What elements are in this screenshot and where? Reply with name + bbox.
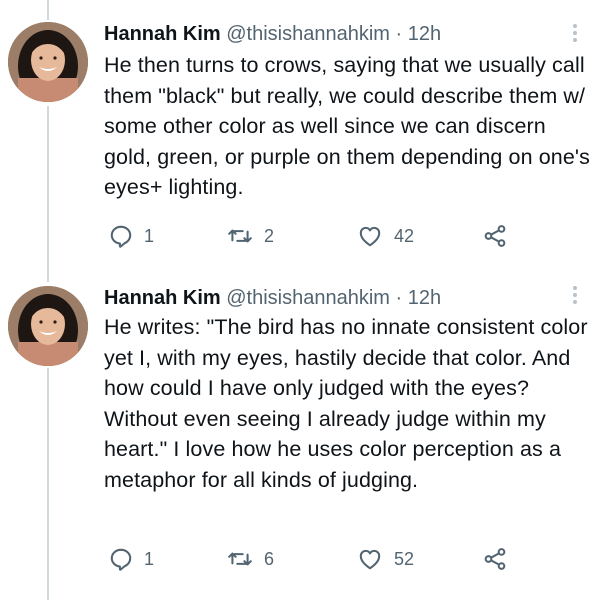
retweet-count: 2 — [264, 225, 275, 246]
like-count: 42 — [394, 225, 415, 246]
author-name[interactable]: Hannah Kim — [104, 23, 221, 45]
tweet-text: He then turns to crows, saying that we u… — [104, 53, 590, 200]
like-button[interactable]: 42 — [356, 222, 414, 250]
header-separator: · — [395, 287, 403, 309]
share-icon — [484, 225, 506, 247]
avatar[interactable] — [8, 286, 88, 366]
reply-button[interactable]: 1 — [108, 545, 154, 573]
timestamp[interactable]: 12h — [408, 23, 441, 45]
action-bar: 1 2 42 — [104, 222, 564, 250]
like-icon — [359, 226, 381, 247]
more-icon[interactable] — [572, 24, 578, 45]
more-icon[interactable] — [572, 286, 578, 307]
share-button[interactable] — [482, 545, 508, 573]
tweet-1[interactable]: Hannah Kim @thisishannahkim · 12h He the… — [0, 0, 597, 270]
reply-icon — [110, 548, 132, 571]
author-handle[interactable]: @thisishannahkim — [226, 23, 390, 45]
action-bar: 1 6 52 — [104, 545, 564, 573]
tweet-text: He writes: "The bird has no innate consi… — [104, 315, 588, 492]
author-name[interactable]: Hannah Kim — [104, 287, 221, 309]
like-count: 52 — [394, 548, 415, 569]
reply-count: 1 — [144, 548, 155, 569]
retweet-icon — [228, 552, 252, 566]
avatar[interactable] — [8, 22, 88, 102]
share-button[interactable] — [482, 222, 508, 250]
tweet-header: Hannah Kim @thisishannahkim · 12h — [104, 22, 441, 46]
avatar-image — [8, 22, 88, 102]
retweet-icon — [228, 229, 252, 243]
reply-button[interactable]: 1 — [108, 222, 154, 250]
timestamp[interactable]: 12h — [408, 287, 441, 309]
tweet-2[interactable]: Hannah Kim @thisishannahkim · 12h He wri… — [0, 270, 597, 600]
retweet-button[interactable]: 2 — [226, 222, 274, 250]
reply-count: 1 — [144, 225, 155, 246]
tweet-header: Hannah Kim @thisishannahkim · 12h — [104, 286, 441, 310]
retweet-count: 6 — [264, 548, 275, 569]
share-icon — [484, 548, 506, 570]
avatar-image — [8, 286, 88, 366]
like-icon — [359, 549, 381, 570]
like-button[interactable]: 52 — [356, 545, 414, 573]
header-separator: · — [395, 23, 403, 45]
reply-icon — [110, 225, 132, 248]
author-handle[interactable]: @thisishannahkim — [226, 287, 390, 309]
retweet-button[interactable]: 6 — [226, 545, 274, 573]
